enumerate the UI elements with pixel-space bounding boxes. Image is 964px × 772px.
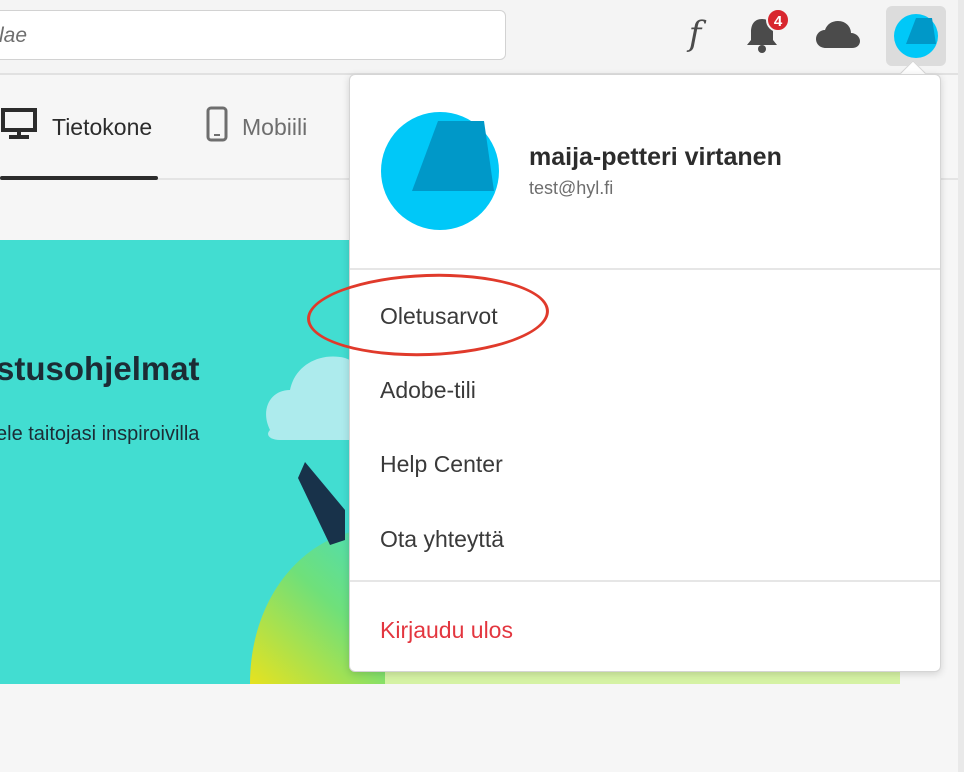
avatar xyxy=(381,112,499,230)
creative-cloud-button[interactable] xyxy=(815,18,861,52)
menu-item-contact[interactable]: Ota yhteyttä xyxy=(380,526,504,553)
top-bar: lae f 4 xyxy=(0,0,964,74)
banner-heading: stusohjelmat xyxy=(0,350,200,387)
menu-divider xyxy=(350,268,940,270)
menu-divider xyxy=(350,580,940,582)
search-placeholder: lae xyxy=(0,24,28,47)
window-edge xyxy=(958,0,964,772)
tab-mobile[interactable]: Mobiili xyxy=(206,75,346,179)
account-avatar-button[interactable] xyxy=(886,6,946,66)
profile-name: maija-petteri virtanen xyxy=(529,143,782,171)
account-menu: maija-petteri virtanen test@hyl.fi Oletu… xyxy=(349,74,941,672)
mobile-icon xyxy=(206,106,228,148)
profile-avatar xyxy=(380,111,500,236)
page-background xyxy=(0,684,964,772)
avatar xyxy=(894,14,938,58)
tab-desktop-label: Tietokone xyxy=(52,113,153,140)
banner-subtitle: ele taitojasi inspiroivilla xyxy=(0,423,200,445)
notification-count-badge: 4 xyxy=(766,8,790,32)
search-input[interactable]: lae xyxy=(0,10,506,60)
cloud-icon xyxy=(816,21,860,48)
menu-item-help-center[interactable]: Help Center xyxy=(380,451,503,478)
desktop-icon xyxy=(0,107,38,147)
menu-item-adobe-account[interactable]: Adobe-tili xyxy=(380,377,476,404)
tab-desktop[interactable]: Tietokone xyxy=(0,75,158,179)
fonts-icon[interactable]: f xyxy=(682,14,708,54)
selected-tab-indicator xyxy=(0,176,158,180)
sign-out-button[interactable]: Kirjaudu ulos xyxy=(380,617,513,644)
profile-email: test@hyl.fi xyxy=(529,178,614,198)
tab-mobile-label: Mobiili xyxy=(242,113,308,140)
